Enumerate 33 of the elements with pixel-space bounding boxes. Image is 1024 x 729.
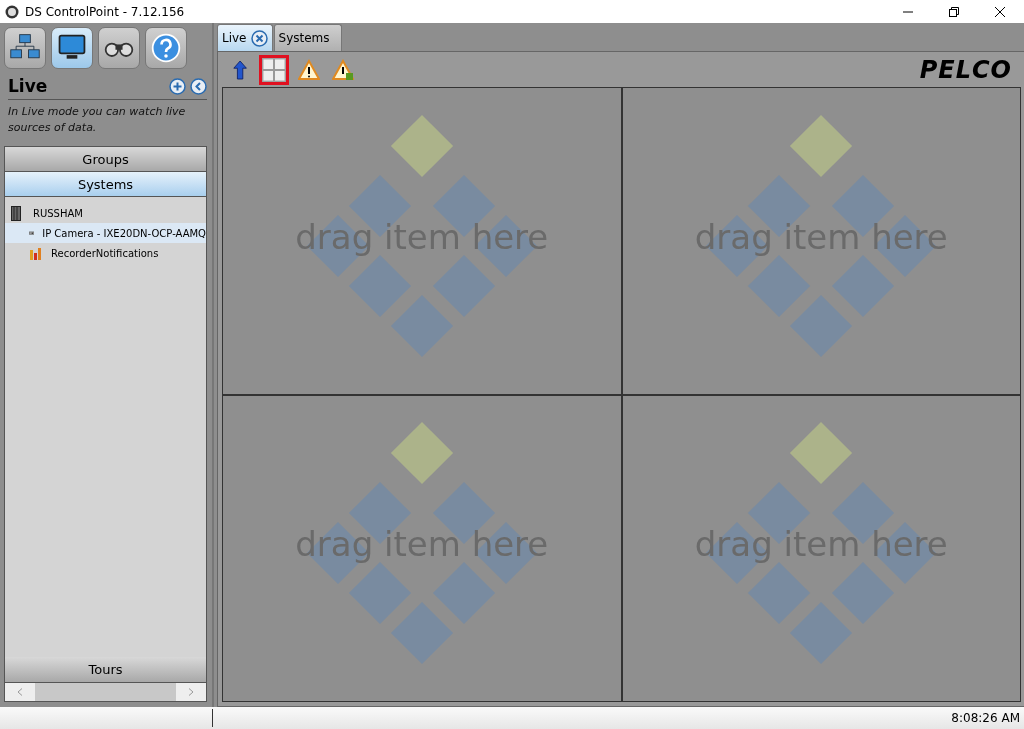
tree-item[interactable]: IP Camera - IXE20DN-OCP-AAMQ	[5, 223, 206, 243]
tree-item[interactable]: RecorderNotifications	[5, 243, 206, 263]
panel-description: In Live mode you can watch live sources of data.	[8, 104, 187, 136]
warning-icon	[298, 58, 320, 81]
help-icon	[150, 32, 182, 64]
brand-logo: PELCO	[919, 55, 1012, 84]
window-title: DS ControlPoint - 7.12.156	[25, 4, 185, 19]
status-time: 8:08:26 AM	[951, 711, 1021, 725]
add-icon[interactable]	[169, 77, 186, 95]
accordion-header[interactable]: Systems	[5, 172, 206, 197]
tab[interactable]: Systems	[273, 24, 342, 51]
close-icon[interactable]	[994, 5, 1006, 18]
panel-title: Live	[8, 76, 48, 96]
layout-button[interactable]	[262, 57, 286, 82]
alert-event-button[interactable]	[332, 58, 354, 81]
binoculars-button[interactable]	[98, 27, 140, 69]
restore-icon[interactable]	[948, 5, 960, 18]
bar-chart-icon	[29, 246, 43, 260]
network-button[interactable]	[4, 27, 46, 69]
tab[interactable]: Live	[217, 24, 273, 51]
grid-icon	[262, 57, 286, 82]
back-button[interactable]	[232, 58, 250, 81]
alert-button[interactable]	[298, 58, 320, 81]
server-icon	[11, 205, 21, 221]
close-tab-icon[interactable]	[250, 29, 268, 47]
app-logo-icon	[5, 4, 19, 19]
help-button[interactable]	[145, 27, 187, 69]
tree-item[interactable]: RUSSHAM	[5, 203, 206, 223]
arrow-icon	[232, 58, 250, 81]
camera-icon	[29, 228, 35, 238]
warning-icon	[332, 58, 354, 81]
monitor-button[interactable]	[51, 27, 93, 69]
collapse-icon[interactable]	[190, 77, 207, 95]
